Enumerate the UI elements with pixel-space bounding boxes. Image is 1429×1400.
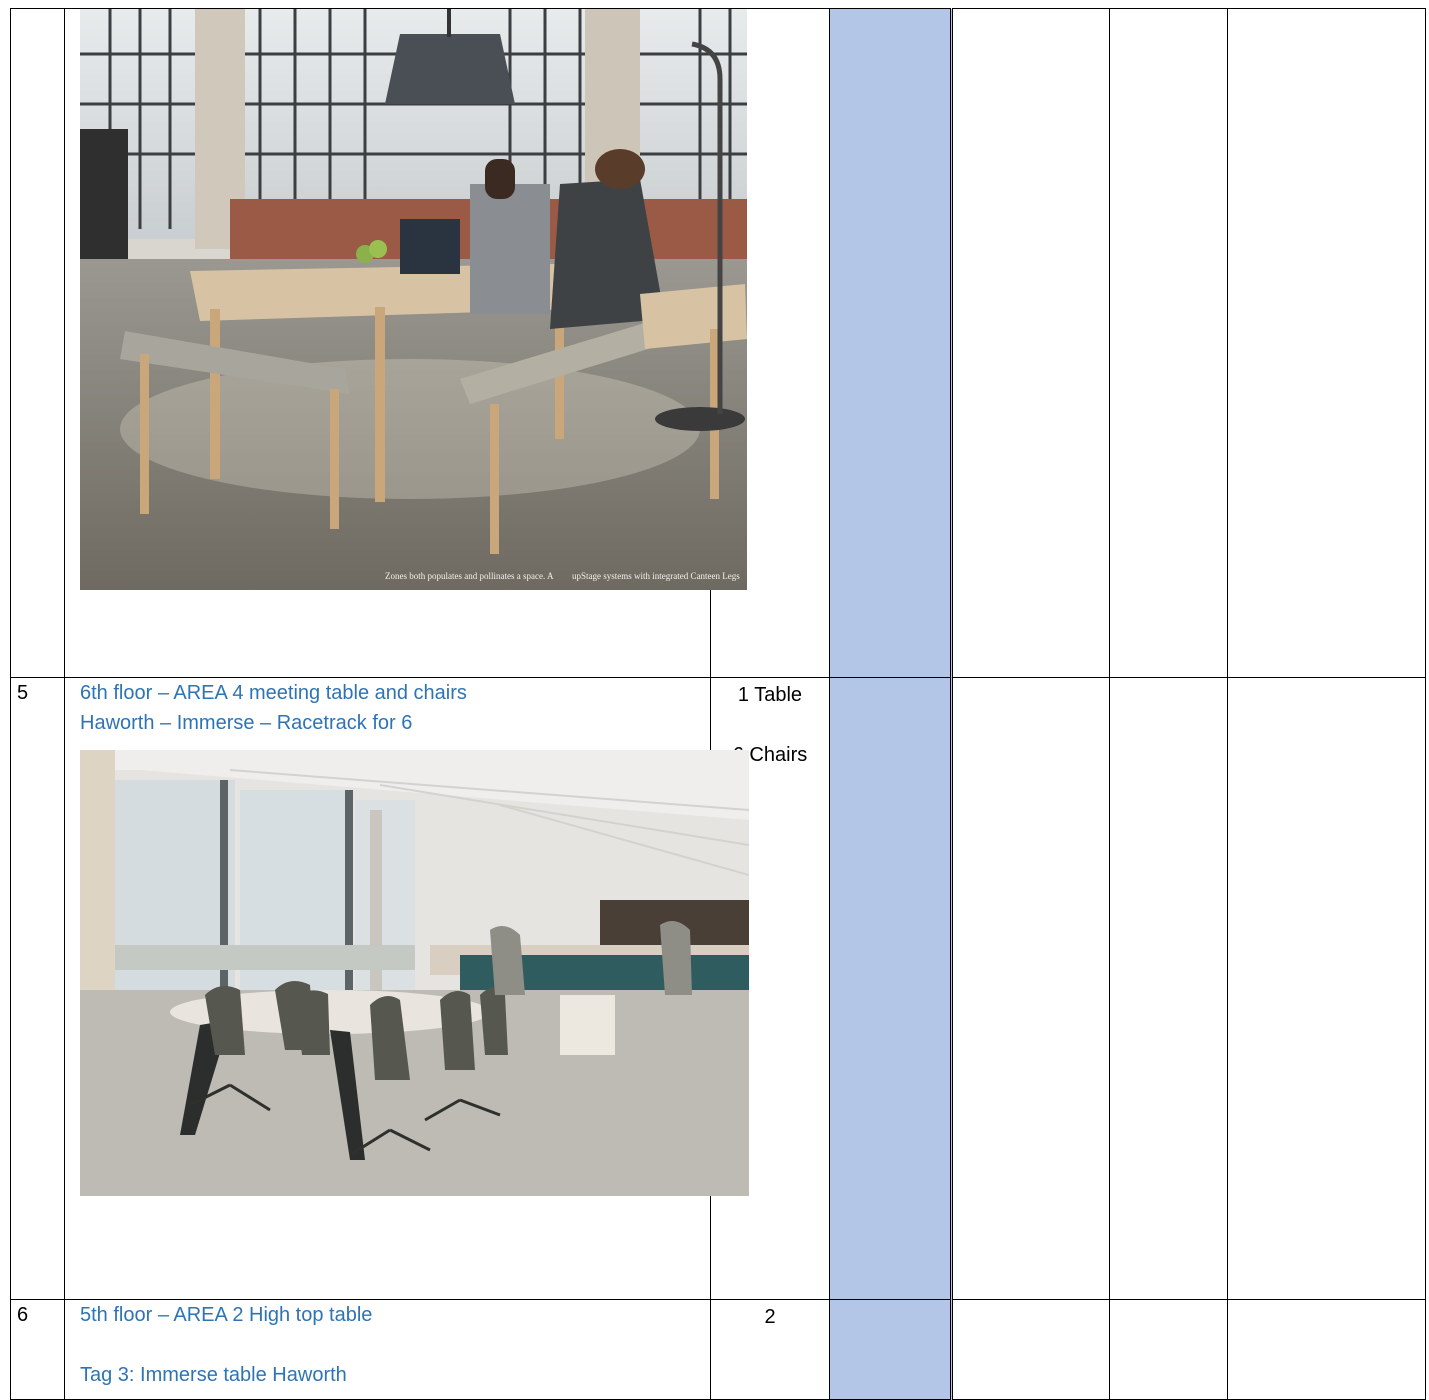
empty-cell (1227, 677, 1426, 1300)
description-cell: 5th floor – AREA 2 High top table Tag 3:… (64, 1299, 711, 1400)
item-subtitle: Haworth – Immerse – Racetrack for 6 (80, 712, 413, 734)
shaded-cell (829, 677, 953, 1300)
table-row: Zones both populates and pollinates a sp… (10, 8, 1426, 678)
empty-cell (1227, 1299, 1426, 1400)
item-subtitle: Tag 3: Immerse table Haworth (80, 1364, 347, 1386)
item-number-cell: 5 (10, 677, 65, 1300)
description-cell: Zones both populates and pollinates a sp… (64, 8, 747, 678)
table-row: 5 6th floor – AREA 4 meeting table and c… (10, 677, 1426, 1300)
photo-caption-left: Zones both populates and pollinates a sp… (385, 571, 553, 581)
empty-cell (1109, 677, 1228, 1300)
table-row: 6 5th floor – AREA 2 High top table Tag … (10, 1299, 1426, 1400)
racetrack-table-photo-graphic (80, 750, 749, 1196)
furniture-schedule-table: Zones both populates and pollinates a sp… (10, 8, 1426, 1400)
empty-cell (1109, 8, 1228, 678)
item-title: 5th floor – AREA 2 High top table (80, 1304, 373, 1326)
empty-cell (951, 677, 1110, 1300)
item-number: 5 (17, 682, 29, 704)
photo-caption-right: upStage systems with integrated Canteen … (572, 571, 740, 581)
quantity-line: 1 Table (737, 684, 803, 706)
empty-cell (1109, 1299, 1228, 1400)
item-number: 6 (17, 1304, 29, 1326)
product-photo-racetrack-table (80, 750, 749, 1196)
item-number-cell: 6 (10, 1299, 65, 1400)
empty-cell (951, 8, 1110, 678)
item-number-cell (10, 8, 65, 678)
quantity-cell: 2 (710, 1299, 830, 1400)
empty-cell (1227, 8, 1426, 678)
empty-cell (951, 1299, 1110, 1400)
workshop-table-photo-graphic (80, 9, 747, 590)
item-title: 6th floor – AREA 4 meeting table and cha… (80, 682, 467, 704)
quantity-line: 2 (764, 1306, 776, 1328)
description-cell: 6th floor – AREA 4 meeting table and cha… (64, 677, 749, 1300)
shaded-cell (829, 1299, 953, 1400)
product-photo-workshop-table: Zones both populates and pollinates a sp… (80, 9, 747, 590)
shaded-cell (829, 8, 953, 678)
